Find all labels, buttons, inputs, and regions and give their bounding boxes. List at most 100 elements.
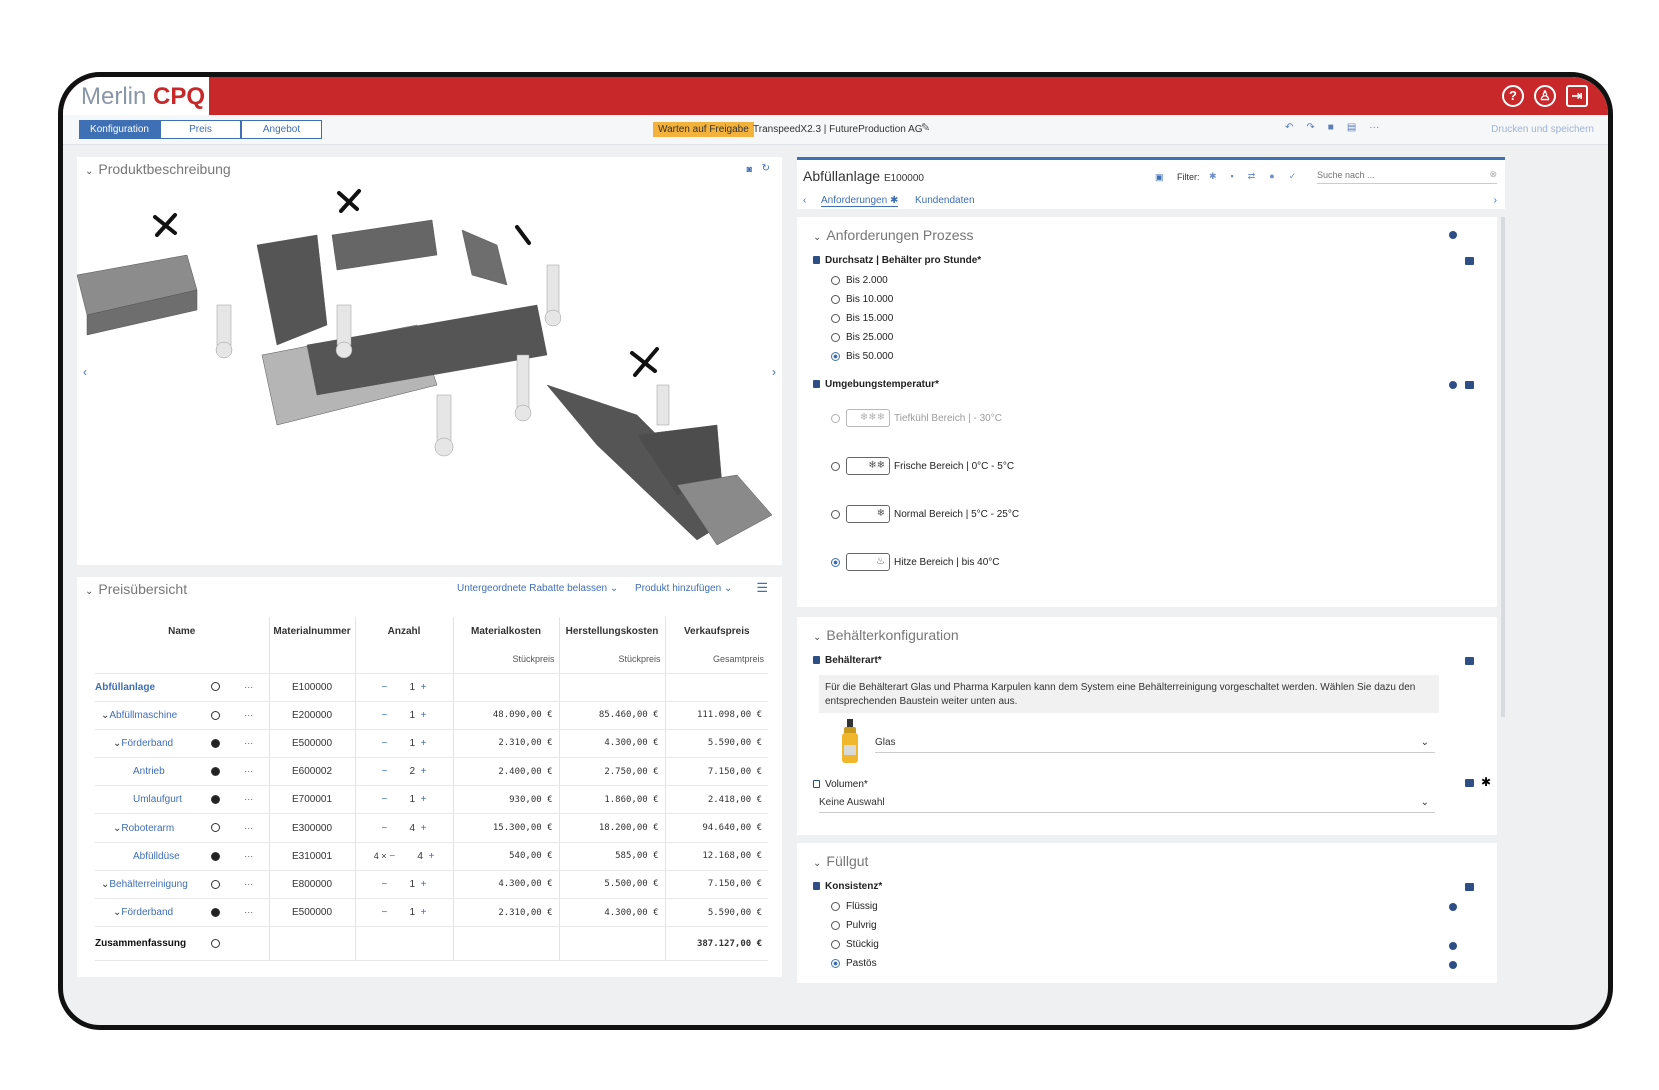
logout-icon[interactable]: ⇥	[1566, 85, 1588, 107]
tab-preis[interactable]: Preis	[160, 120, 241, 139]
status-circle-icon[interactable]	[210, 682, 220, 692]
production-line-3d-view[interactable]	[77, 185, 782, 555]
row-qty[interactable]: 4 × − 4 +	[354, 842, 453, 871]
chevron-down-icon[interactable]: ⌄	[813, 858, 821, 869]
search-input[interactable]	[1317, 166, 1497, 184]
save-icon[interactable]: ■	[1328, 122, 1334, 133]
status-circle-icon[interactable]	[210, 907, 220, 917]
add-comment-icon[interactable]	[1465, 779, 1474, 787]
row-name[interactable]: ⌄Roboterarm	[95, 813, 201, 843]
row-qty[interactable]: − 1 +	[354, 701, 453, 730]
info-icon[interactable]	[1449, 903, 1457, 911]
more-icon[interactable]: ···	[1369, 122, 1379, 133]
prev-tab-icon[interactable]: ‹	[803, 195, 806, 206]
more-icon[interactable]: ···	[244, 851, 253, 861]
status-circle-icon[interactable]	[210, 939, 220, 949]
row-qty[interactable]: − 1 +	[354, 785, 453, 815]
info-icon[interactable]	[1449, 381, 1457, 389]
radio-option[interactable]: ❄❄ Frische Bereich | 0°C - 5°C	[831, 457, 1014, 475]
lock-filter-icon[interactable]: ▪	[1231, 171, 1234, 182]
asterisk-filter-icon[interactable]: ✱	[1209, 171, 1217, 182]
table-row[interactable]: Abfüllanlage ··· E100000 − 1 +	[95, 673, 768, 702]
status-circle-icon[interactable]	[210, 710, 220, 720]
radio-option[interactable]: Stückig	[831, 939, 879, 950]
radio-option-selected[interactable]: Pastös	[831, 958, 877, 969]
undo-icon[interactable]: ↶	[1285, 122, 1293, 133]
print-save-button[interactable]: Drucken und speichern	[1491, 124, 1594, 135]
row-name[interactable]: Abfülldüse	[95, 842, 201, 871]
table-row[interactable]: ⌄Förderband ··· E500000 − 1 +2.310,00 €4.3…	[95, 729, 768, 759]
more-icon[interactable]: ···	[244, 738, 253, 748]
row-qty[interactable]: − 1 +	[354, 673, 453, 702]
add-comment-icon[interactable]	[1465, 381, 1474, 389]
info-icon[interactable]	[1449, 961, 1457, 969]
table-row[interactable]: ⌄Roboterarm ··· E300000 − 4 +15.300,00 €18…	[95, 813, 768, 843]
add-comment-icon[interactable]	[1465, 657, 1474, 665]
next-tab-icon[interactable]: ›	[1494, 195, 1497, 206]
status-circle-icon[interactable]	[210, 879, 220, 889]
more-icon[interactable]: ···	[244, 794, 253, 804]
radio-option-selected[interactable]: ♨ Hitze Bereich | bis 40°C	[831, 553, 1000, 571]
row-name[interactable]: ⌄Behälterreinigung	[95, 870, 201, 900]
radio-option[interactable]: Bis 25.000	[831, 332, 893, 343]
status-circle-icon[interactable]	[210, 767, 220, 777]
table-row[interactable]: ⌄Abfüllmaschine ··· E200000 − 1 +48.090,00…	[95, 701, 768, 730]
clear-search-icon[interactable]: ⊗	[1489, 169, 1497, 180]
status-circle-icon[interactable]	[210, 851, 220, 861]
row-name[interactable]: Antrieb	[95, 757, 201, 787]
table-row[interactable]: ⌄Behälterreinigung ··· E800000 − 1 +4.300,…	[95, 870, 768, 900]
chevron-down-icon[interactable]: ⌄	[813, 232, 821, 243]
scrollbar[interactable]	[1501, 217, 1505, 717]
add-product-dropdown[interactable]: Produkt hinzufügen ⌄	[635, 583, 732, 594]
menu-icon[interactable]: ☰	[756, 580, 768, 596]
camera-icon[interactable]: ◙	[747, 164, 752, 174]
row-name[interactable]: ⌄Förderband	[95, 898, 201, 928]
more-icon[interactable]: ···	[244, 766, 253, 776]
status-circle-icon[interactable]	[210, 795, 220, 805]
chevron-down-icon[interactable]: ⌄	[813, 632, 821, 643]
status-circle-icon[interactable]	[210, 823, 220, 833]
add-comment-icon[interactable]	[1465, 257, 1474, 265]
radio-option[interactable]: Bis 15.000	[831, 313, 893, 324]
row-qty[interactable]: − 4 +	[354, 813, 453, 843]
volumen-select[interactable]: Keine Auswahl ⌄	[819, 797, 1435, 813]
row-qty[interactable]: − 1 +	[354, 729, 453, 759]
table-row[interactable]: Antrieb ··· E600002 − 2 +2.400,00 €2.750,0…	[95, 757, 768, 787]
more-icon[interactable]: ···	[244, 907, 253, 917]
dot-filter-icon[interactable]: ●	[1269, 171, 1274, 182]
row-name[interactable]: Umlaufgurt	[95, 785, 201, 815]
radio-option[interactable]: Bis 2.000	[831, 275, 888, 286]
status-circle-icon[interactable]	[210, 738, 220, 748]
more-icon[interactable]: ···	[244, 879, 253, 889]
row-qty[interactable]: − 1 +	[354, 870, 453, 900]
comment-icon[interactable]: ▤	[1347, 122, 1356, 133]
info-icon[interactable]	[1449, 942, 1457, 950]
redo-icon[interactable]: ↷	[1306, 122, 1314, 133]
edit-icon[interactable]: ✎	[921, 121, 930, 134]
more-icon[interactable]: ···	[244, 823, 253, 833]
row-qty[interactable]: − 1 +	[354, 898, 453, 928]
tab-angebot[interactable]: Angebot	[241, 120, 322, 139]
row-name[interactable]: ⌄Abfüllmaschine	[95, 701, 201, 730]
row-qty[interactable]: − 2 +	[354, 757, 453, 787]
radio-option-disabled[interactable]: ❄❄❄ Tiefkühl Bereich | - 30°C	[831, 409, 1002, 427]
radio-option[interactable]: ❄ Normal Bereich | 5°C - 25°C	[831, 505, 1019, 523]
chevron-down-icon[interactable]: ⌄	[85, 586, 93, 597]
table-row[interactable]: Abfülldüse ··· E310001 4 × − 4 +540,00 €585…	[95, 842, 768, 871]
discount-dropdown[interactable]: Untergeordnete Rabatte belassen ⌄	[457, 583, 618, 594]
more-icon[interactable]: ···	[244, 682, 253, 692]
more-icon[interactable]: ···	[244, 710, 253, 720]
radio-option[interactable]: Pulvrig	[831, 920, 877, 931]
swap-filter-icon[interactable]: ⇄	[1248, 171, 1256, 182]
tab-anforderungen[interactable]: Anforderungen ✱	[821, 195, 899, 207]
user-icon[interactable]: ♙	[1534, 85, 1556, 107]
add-comment-icon[interactable]	[1465, 883, 1474, 891]
reset-icon[interactable]: ↻	[762, 163, 770, 174]
layout-icon[interactable]: ▣	[1155, 172, 1164, 183]
radio-option[interactable]: Flüssig	[831, 901, 878, 912]
info-icon[interactable]	[1449, 231, 1457, 239]
chevron-down-icon[interactable]: ⌄	[85, 166, 93, 177]
radio-option-selected[interactable]: Bis 50.000	[831, 351, 893, 362]
row-name[interactable]: ⌄Förderband	[95, 729, 201, 759]
tab-konfiguration[interactable]: Konfiguration	[79, 120, 160, 139]
